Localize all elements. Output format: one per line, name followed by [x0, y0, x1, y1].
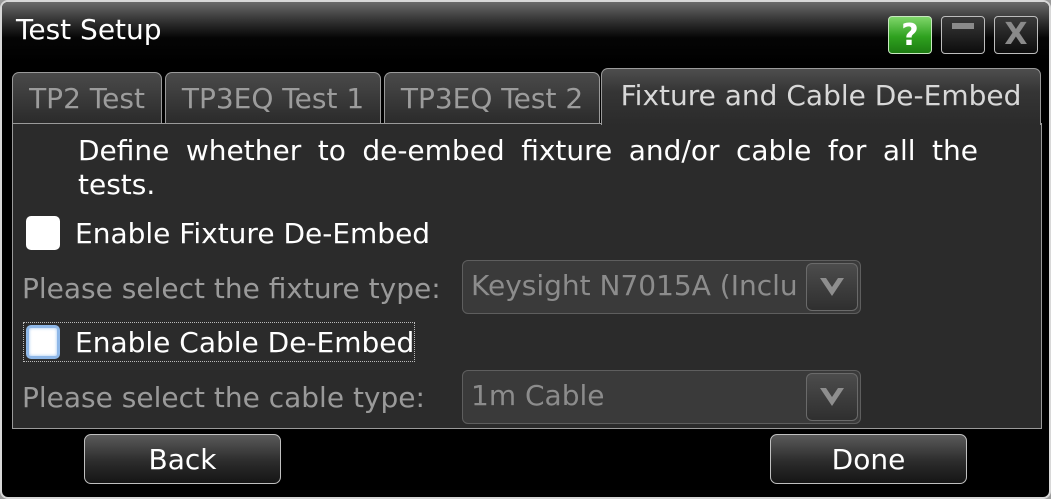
cable-type-select[interactable]: 1m Cable [462, 370, 861, 424]
tab-tp2-test[interactable]: TP2 Test [12, 72, 162, 124]
panel-description: Define whether to de-embed fixture and/o… [78, 134, 978, 201]
enable-cable-de-embed-checkbox[interactable] [26, 325, 60, 359]
title-bar[interactable]: Test Setup ? X [2, 2, 1049, 62]
chevron-down-icon [820, 388, 844, 406]
close-button[interactable]: X [994, 16, 1038, 54]
de-embed-panel: Define whether to de-embed fixture and/o… [12, 123, 1042, 429]
tab-strip: TP2 Test TP3EQ Test 1 TP3EQ Test 2 Fixtu… [12, 68, 1042, 125]
tab-fixture-and-cable-de-embed[interactable]: Fixture and Cable De-Embed [601, 68, 1041, 125]
fixture-type-value: Keysight N7015A (Inclu [471, 271, 798, 302]
back-button[interactable]: Back [84, 434, 281, 484]
minimize-button[interactable] [941, 16, 985, 54]
fixture-type-select[interactable]: Keysight N7015A (Inclu [462, 260, 861, 314]
help-icon: ? [901, 17, 919, 53]
tab-tp3eq-test-1[interactable]: TP3EQ Test 1 [165, 72, 381, 124]
help-button[interactable]: ? [888, 16, 932, 54]
close-icon: X [1004, 17, 1028, 52]
chevron-down-icon [820, 278, 844, 296]
cable-type-label: Please select the cable type: [22, 381, 425, 414]
window-title: Test Setup [16, 13, 162, 46]
enable-cable-de-embed-label[interactable]: Enable Cable De-Embed [75, 329, 414, 357]
tab-tp3eq-test-2[interactable]: TP3EQ Test 2 [384, 72, 600, 124]
cable-type-value: 1m Cable [471, 381, 605, 412]
cable-type-dropdown-button[interactable] [806, 373, 858, 421]
fixture-type-label: Please select the fixture type: [22, 272, 441, 305]
test-setup-dialog: Test Setup ? X TP2 Test TP3EQ Test 1 TP3… [0, 0, 1051, 499]
enable-fixture-de-embed-checkbox[interactable] [26, 216, 60, 250]
enable-fixture-de-embed-label[interactable]: Enable Fixture De-Embed [75, 220, 430, 248]
done-button[interactable]: Done [770, 434, 967, 484]
fixture-type-dropdown-button[interactable] [806, 263, 858, 311]
minimize-icon [952, 23, 974, 29]
